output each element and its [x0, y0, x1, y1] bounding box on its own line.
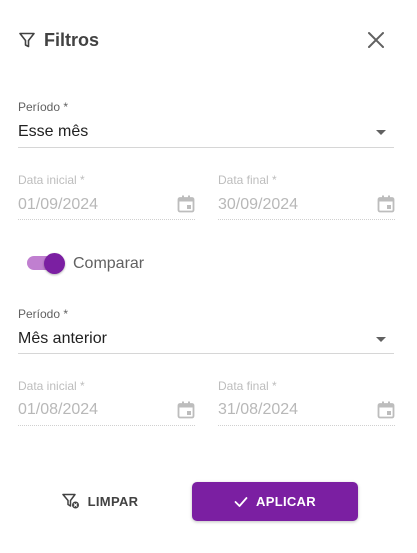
- clear-button[interactable]: LIMPAR: [52, 482, 148, 520]
- apply-label: APLICAR: [256, 494, 316, 509]
- calendar-icon: [176, 400, 196, 420]
- period-value: Mês anterior: [18, 330, 107, 347]
- period-underline: [18, 147, 394, 148]
- period-select-2[interactable]: Período * Mês anterior: [18, 307, 394, 357]
- start-date-label: Data inicial *: [18, 173, 85, 187]
- end-date-label: Data final *: [218, 379, 277, 393]
- period-label: Período *: [18, 307, 69, 321]
- calendar-icon: [176, 194, 196, 214]
- apply-button[interactable]: APLICAR: [192, 482, 358, 521]
- end-date-underline: [218, 425, 395, 426]
- end-date-field-1: Data final * 30/09/2024: [218, 173, 395, 221]
- start-date-underline: [18, 425, 195, 426]
- caret-down-icon: [376, 130, 386, 135]
- start-date-field-1: Data inicial * 01/09/2024: [18, 173, 195, 221]
- end-date-underline: [218, 219, 395, 220]
- period-select-1[interactable]: Período * Esse mês: [18, 100, 394, 150]
- end-date-value: 31/08/2024: [218, 401, 299, 418]
- compare-toggle-thumb[interactable]: [44, 253, 65, 274]
- compare-label: Comparar: [73, 255, 145, 272]
- close-icon: [368, 32, 384, 48]
- check-icon: [234, 496, 248, 507]
- end-date-label: Data final *: [218, 173, 277, 187]
- filter-icon: [18, 31, 36, 49]
- filter-clear-icon: [61, 493, 79, 509]
- start-date-value: 01/08/2024: [18, 401, 99, 418]
- start-date-label: Data inicial *: [18, 379, 85, 393]
- calendar-icon: [376, 400, 396, 420]
- caret-down-icon: [376, 337, 386, 342]
- start-date-field-2: Data inicial * 01/08/2024: [18, 379, 195, 427]
- period-value: Esse mês: [18, 123, 89, 140]
- page-title: Filtros: [44, 30, 100, 50]
- calendar-icon: [376, 194, 396, 214]
- clear-label: LIMPAR: [87, 493, 139, 509]
- start-date-underline: [18, 219, 195, 220]
- period-underline: [18, 353, 394, 354]
- period-label: Período *: [18, 100, 69, 114]
- close-button[interactable]: [362, 26, 390, 54]
- start-date-value: 01/09/2024: [18, 196, 99, 213]
- end-date-value: 30/09/2024: [218, 196, 299, 213]
- end-date-field-2: Data final * 31/08/2024: [218, 379, 395, 427]
